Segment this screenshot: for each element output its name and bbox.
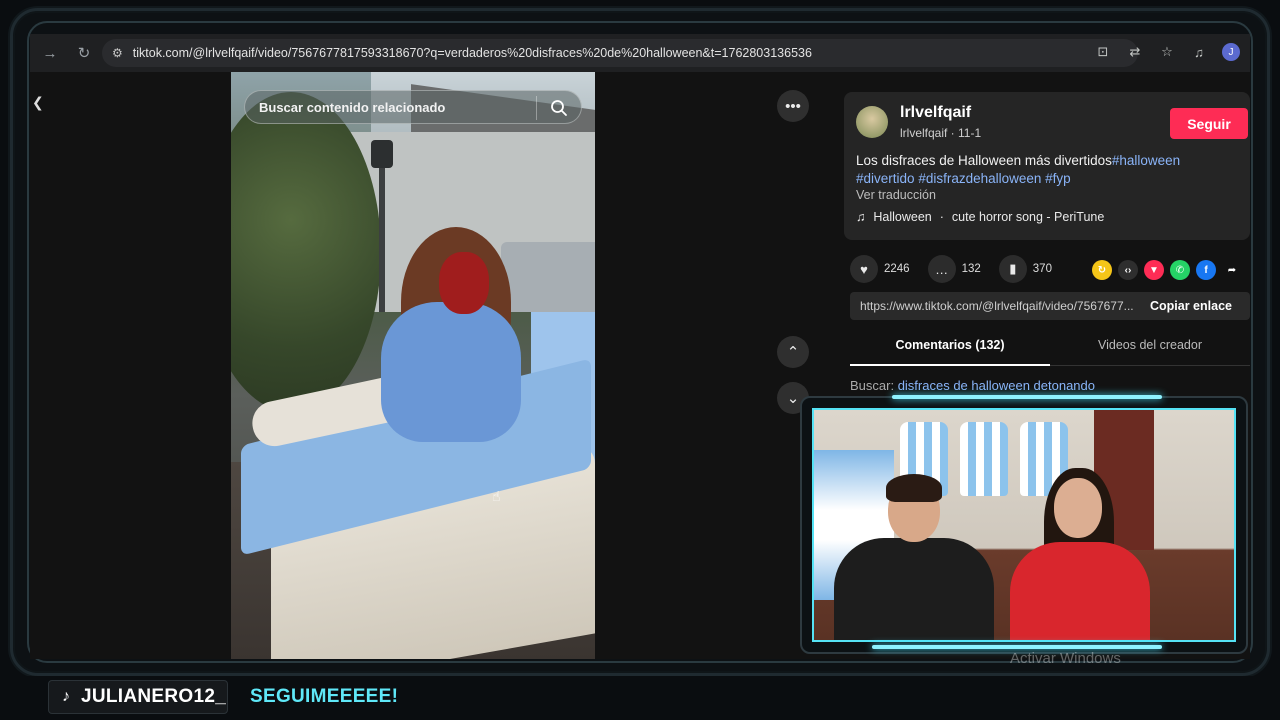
creator-name[interactable]: lrlvelfqaif <box>900 104 971 122</box>
related-search-input[interactable]: Buscar contenido relacionado <box>244 90 582 124</box>
search-suggestion[interactable]: Buscar: disfraces de halloween detonando <box>850 378 1095 393</box>
share-link-text[interactable]: https://www.tiktok.com/@lrlvelfqaif/vide… <box>850 299 1142 313</box>
browser-toolbar: → ↻ ⚙ tiktok.com/@lrlvelfqaif/video/7567… <box>30 34 1250 72</box>
comment-count: 132 <box>961 263 981 275</box>
webcam-person-left <box>834 474 994 640</box>
like-count: 2246 <box>884 263 910 275</box>
more-options-icon[interactable]: ••• <box>777 90 809 122</box>
video-area: ❮ Buscar contenido relacionado ☝ ••• ⌃ ⌄ <box>30 72 826 659</box>
post-description: Los disfraces de Halloween más divertido… <box>856 152 1242 188</box>
search-divider <box>536 96 537 120</box>
creator-handle-date: lrlvelfqaif · 11-1 <box>900 126 982 140</box>
save-count: 370 <box>1032 263 1052 275</box>
video-costume-body <box>381 302 521 442</box>
back-arrow-icon[interactable]: ❮ <box>32 94 44 111</box>
hand-cursor-icon: ☝ <box>492 488 501 504</box>
install-app-icon[interactable]: ⊡ <box>1094 43 1112 61</box>
video-truck <box>501 242 595 312</box>
music-note-icon: ♫ <box>856 210 866 224</box>
person-right-head <box>1054 478 1102 538</box>
webcam-frame <box>800 395 1248 654</box>
related-search-placeholder: Buscar contenido relacionado <box>259 99 446 115</box>
video-lamp-head <box>371 140 393 168</box>
share-link-box: https://www.tiktok.com/@lrlvelfqaif/vide… <box>850 292 1250 320</box>
person-left-body <box>834 538 994 640</box>
streamer-handle-box: ♪ JULIANERO12_ <box>48 680 228 714</box>
repost-icon[interactable]: ↻ <box>1092 260 1112 280</box>
hashtag-link[interactable]: #disfrazdehalloween <box>918 171 1041 186</box>
copy-link-button[interactable]: Copiar enlace <box>1142 299 1232 313</box>
search-suggestion-prefix: Buscar: <box>850 378 898 393</box>
see-translation-link[interactable]: Ver traducción <box>856 188 936 202</box>
creator-avatar[interactable] <box>856 106 888 138</box>
search-suggestion-query[interactable]: disfraces de halloween detonando <box>898 378 1095 393</box>
facebook-icon[interactable]: f <box>1196 260 1216 280</box>
person-left-hair <box>886 474 942 502</box>
send-icon[interactable]: ▼ <box>1144 260 1164 280</box>
webcam-person-right <box>1010 468 1150 640</box>
profile-avatar[interactable]: J <box>1222 43 1240 61</box>
music-title: Halloween <box>873 210 932 224</box>
follow-button[interactable]: Seguir <box>1170 108 1248 139</box>
webcam-glow-top <box>892 395 1162 399</box>
music-separator: · <box>939 210 944 224</box>
heart-icon[interactable]: ♥ <box>850 255 878 283</box>
forward-icon[interactable]: → <box>36 39 64 67</box>
windows-activation-watermark: Activar Windows <box>1010 650 1121 667</box>
comment-action[interactable]: … 132 <box>927 255 981 283</box>
comment-icon[interactable]: … <box>927 255 956 283</box>
share-arrow-icon[interactable]: ➦ <box>1222 260 1242 280</box>
save-action[interactable]: ▮ 370 <box>998 255 1052 283</box>
music-artist: cute horror song - PeriTune <box>951 210 1105 224</box>
whatsapp-icon[interactable]: ✆ <box>1170 260 1190 280</box>
bookmark-icon[interactable]: ▮ <box>998 255 1027 283</box>
tiktok-icon: ♪ <box>62 688 70 705</box>
person-right-body <box>1010 542 1150 640</box>
engagement-bar: ♥ 2246 … 132 ▮ 370 ↻ ‹› ▼ ✆ f ➦ <box>850 254 1250 284</box>
address-bar[interactable]: ⚙ tiktok.com/@lrlvelfqaif/video/75676778… <box>102 39 1138 67</box>
music-info[interactable]: ♫ Halloween · cute horror song - PeriTun… <box>856 210 1104 224</box>
share-buttons: ↻ ‹› ▼ ✆ f ➦ <box>1092 260 1242 280</box>
reload-icon[interactable]: ↻ <box>70 39 98 67</box>
search-icon[interactable] <box>549 98 569 118</box>
video-player[interactable]: Buscar contenido relacionado ☝ <box>231 72 595 659</box>
previous-video-icon[interactable]: ⌃ <box>777 336 809 368</box>
video-costume-face <box>439 252 489 314</box>
translate-icon[interactable]: ⇄ <box>1126 43 1144 61</box>
description-text: Los disfraces de Halloween más divertido… <box>856 153 1112 168</box>
toolbar-actions: ⊡ ⇄ ☆ ♫ J <box>1094 43 1240 61</box>
post-info-card: lrlvelfqaif lrlvelfqaif · 11-1 Seguir Lo… <box>844 92 1250 240</box>
bookmark-star-icon[interactable]: ☆ <box>1158 43 1176 61</box>
webcam-feed <box>812 408 1236 642</box>
hashtag-link[interactable]: #divertido <box>856 171 915 186</box>
media-control-icon[interactable]: ♫ <box>1190 43 1208 61</box>
hashtag-link[interactable]: #halloween <box>1112 153 1180 168</box>
hashtag-link[interactable]: #fyp <box>1045 171 1071 186</box>
tab-comments[interactable]: Comentarios (132) <box>850 338 1050 366</box>
follow-cta: SEGUIMEEEEE! <box>250 686 399 707</box>
site-info-icon[interactable]: ⚙ <box>112 46 123 60</box>
tab-creator-videos[interactable]: Videos del creador <box>1050 338 1250 352</box>
embed-icon[interactable]: ‹› <box>1118 260 1138 280</box>
like-action[interactable]: ♥ 2246 <box>850 255 910 283</box>
webcam-glow-bottom <box>872 645 1162 649</box>
url-text[interactable]: tiktok.com/@lrlvelfqaif/video/7567677817… <box>133 46 812 60</box>
panel-tabs: Comentarios (132) Videos del creador <box>850 330 1250 366</box>
streamer-handle: JULIANERO12_ <box>81 686 227 707</box>
